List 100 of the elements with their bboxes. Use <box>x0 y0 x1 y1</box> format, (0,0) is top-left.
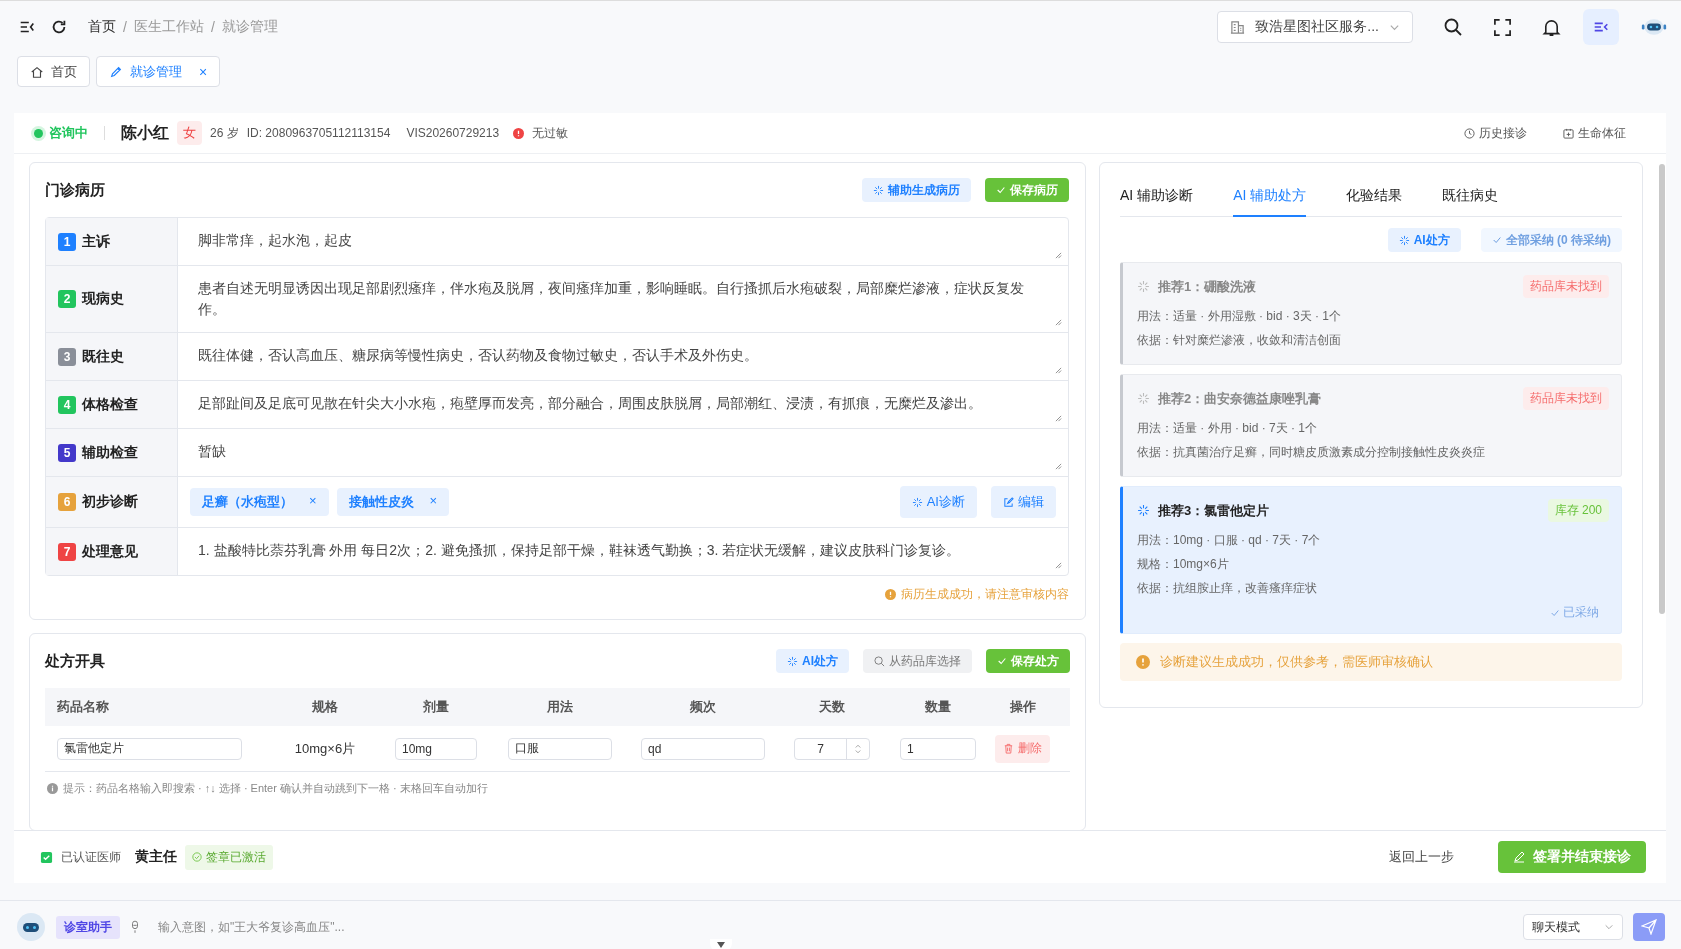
resize-grip-icon[interactable] <box>1055 319 1062 326</box>
field-label: 主诉 <box>82 232 110 251</box>
column-header: 操作 <box>1009 698 1036 716</box>
column-header: 规格 <box>312 698 338 716</box>
column-header: 频次 <box>690 698 716 716</box>
field-label: 处理意见 <box>82 542 138 561</box>
pen-icon <box>1513 851 1525 863</box>
check-icon <box>996 185 1006 195</box>
text-area[interactable]: 既往体健，否认高血压、糖尿病等慢性病史，否认药物及食物过敏史，否认手术及外伤史。 <box>178 333 1068 380</box>
robot-avatar-icon[interactable] <box>1641 16 1667 38</box>
index-badge: 7 <box>58 542 76 561</box>
field-label: 现病史 <box>82 290 124 308</box>
input-field[interactable]: 氯雷他定片 <box>57 737 242 760</box>
panel-tab[interactable]: AI 辅助诊断 <box>1120 187 1194 217</box>
collapse-handle-icon[interactable] <box>710 939 732 949</box>
sparkle-icon <box>1137 504 1150 517</box>
robot-avatar-icon <box>16 912 46 942</box>
warning-icon <box>1136 655 1150 669</box>
building-icon <box>1230 19 1246 35</box>
recommendation-detail: 用法：适量 · 外用 · bid · 7天 · 1个 <box>1137 420 1319 437</box>
verified-icon <box>40 850 53 864</box>
recommendation-card[interactable]: 推荐1：硼酸洗液 药品库未找到 用法：适量 · 外用湿敷 · bid · 3天 · 1个 依据：针对糜烂渗液，收敛和清洁创面 <box>1120 262 1622 365</box>
chat-input[interactable]: 输入意图，如"王大爷复诊高血压"... <box>156 919 1513 935</box>
back-button[interactable]: 返回上一步 <box>1383 847 1460 867</box>
assistant-badge: 诊室助手 <box>56 915 120 939</box>
patient-age: 26 岁 <box>210 124 239 142</box>
send-button[interactable] <box>1633 913 1665 941</box>
field-label: 初步诊断 <box>82 493 138 511</box>
recommendation-card[interactable]: 推荐3：氯雷他定片 库存 200 用法：10mg · 口服 · qd · 7天 · 7个 规格：10mg×6片 依据：抗组胺止痒，改善瘙痒症状 已采纳 <box>1120 486 1622 634</box>
chevron-down-icon <box>1604 922 1614 932</box>
recommendation-detail: 规格：10mg×6片 <box>1137 556 1230 573</box>
warning-icon <box>885 589 896 600</box>
stock-badge: 药品库未找到 <box>1523 387 1609 410</box>
recommendation-title: 推荐1：硼酸洗液 <box>1158 277 1257 296</box>
stock-badge: 库存 200 <box>1547 499 1609 522</box>
stock-badge: 药品库未找到 <box>1523 275 1609 298</box>
index-badge: 5 <box>58 443 76 462</box>
status-badge: 咨询中 <box>34 124 88 142</box>
text-area[interactable]: 暂缺 <box>178 429 1068 476</box>
field-label: 体格检查 <box>82 395 138 414</box>
resize-grip-icon[interactable] <box>1055 463 1062 470</box>
microphone-icon[interactable] <box>130 920 140 934</box>
search-icon[interactable] <box>1443 17 1463 37</box>
input-field[interactable]: qd <box>641 737 765 760</box>
recommendation-detail: 用法：适量 · 外用湿敷 · bid · 3天 · 1个 <box>1137 308 1343 325</box>
resize-grip-icon[interactable] <box>1055 367 1062 374</box>
fullscreen-icon[interactable] <box>1493 17 1512 37</box>
column-header: 天数 <box>819 698 845 716</box>
sparkle-icon <box>873 184 884 196</box>
action-button[interactable]: 从药品库选择 <box>863 649 972 673</box>
resize-grip-icon[interactable] <box>1055 562 1062 569</box>
card-title: 门诊病历 <box>45 180 105 200</box>
recommendation-title: 推荐3：氯雷他定片 <box>1158 501 1270 520</box>
table-cell: 10mg×6片 <box>294 739 356 758</box>
gender-badge: 女 <box>177 121 202 145</box>
trash-icon <box>1003 743 1014 754</box>
header-link[interactable]: 生命体征 <box>1563 124 1626 142</box>
text-area[interactable]: 足部趾间及足底可见散在针尖大小水疱，疱壁厚而发亮，部分融合，周围皮肤脱屑，局部潮红、浸渍，有抓痕，无糜烂及渗出。 <box>178 381 1068 428</box>
recommendation-title: 推荐2：曲安奈德益康唑乳膏 <box>1158 389 1322 408</box>
recommendation-card[interactable]: 推荐2：曲安奈德益康唑乳膏 药品库未找到 用法：适量 · 外用 · bid · 7天 · 1个 依据：抗真菌治疗足癣，同时糖皮质激素成分控制接触性皮炎炎症 <box>1120 374 1622 477</box>
recommendation-detail: 依据：抗真菌治疗足癣，同时糖皮质激素成分控制接触性皮炎炎症 <box>1137 444 1486 461</box>
index-badge: 3 <box>58 347 76 366</box>
index-badge: 2 <box>58 290 76 308</box>
field-label: 辅助检查 <box>82 443 138 462</box>
check-circle-icon <box>192 852 202 862</box>
check-icon <box>997 656 1007 666</box>
text-area[interactable]: 1. 盐酸特比萘芬乳膏 外用 每日2次；2. 避免搔抓，保持足部干燥，鞋袜透气勤换；3. 若症状无缓解，建议皮肤科门诊复诊。 <box>178 528 1068 575</box>
panel-tab[interactable]: AI 辅助处方 <box>1233 187 1307 217</box>
sparkle-icon <box>1137 280 1150 293</box>
clock-icon <box>1464 127 1475 139</box>
breadcrumb-link[interactable]: 首页 <box>88 18 116 36</box>
panel-tab[interactable]: 既往病史 <box>1442 187 1499 217</box>
refresh-icon[interactable] <box>50 18 68 36</box>
organization-select[interactable]: 致浩星图社区服务... <box>1217 11 1413 43</box>
tab-close-button[interactable]: × <box>199 63 208 80</box>
text-area[interactable]: 脚非常痒，起水泡，起皮 <box>178 218 1068 265</box>
sparkle-icon <box>911 496 923 508</box>
search-icon <box>874 655 885 667</box>
index-badge: 6 <box>58 493 76 511</box>
home-icon <box>30 64 44 79</box>
panel-tab[interactable]: 化验结果 <box>1346 187 1403 217</box>
mode-select[interactable]: 聊天模式 <box>1523 914 1623 940</box>
edit-icon <box>1003 496 1014 508</box>
bell-icon[interactable] <box>1542 17 1561 37</box>
input-field[interactable]: 10mg <box>395 737 477 760</box>
panel-toggle-button[interactable] <box>1583 9 1619 45</box>
resize-grip-icon[interactable] <box>1055 415 1062 422</box>
page-tab[interactable]: 首页 <box>17 56 90 87</box>
header-link[interactable]: 历史接诊 <box>1464 124 1527 142</box>
recommendation-detail: 依据：针对糜烂渗液，收敛和清洁创面 <box>1137 332 1342 349</box>
sparkle-icon <box>787 655 798 667</box>
input-field[interactable]: 口服 <box>508 737 612 760</box>
page-tab[interactable]: 就诊管理 × <box>96 56 221 87</box>
text-area[interactable]: 患者自述无明显诱因出现足部剧烈瘙痒，伴水疱及脱屑，夜间瘙痒加重，影响睡眠。自行搔抓后水疱破裂，局部糜烂渗液，症状反复发作。 <box>178 266 1068 332</box>
visit-number: VIS20260729213 <box>406 126 500 140</box>
allergy-info: 无过敏 <box>532 124 569 142</box>
adopted-label: 已采纳 <box>1550 604 1599 621</box>
input-field[interactable]: 1 <box>900 737 976 760</box>
index-badge: 1 <box>58 232 76 251</box>
resize-grip-icon[interactable] <box>1055 252 1062 259</box>
